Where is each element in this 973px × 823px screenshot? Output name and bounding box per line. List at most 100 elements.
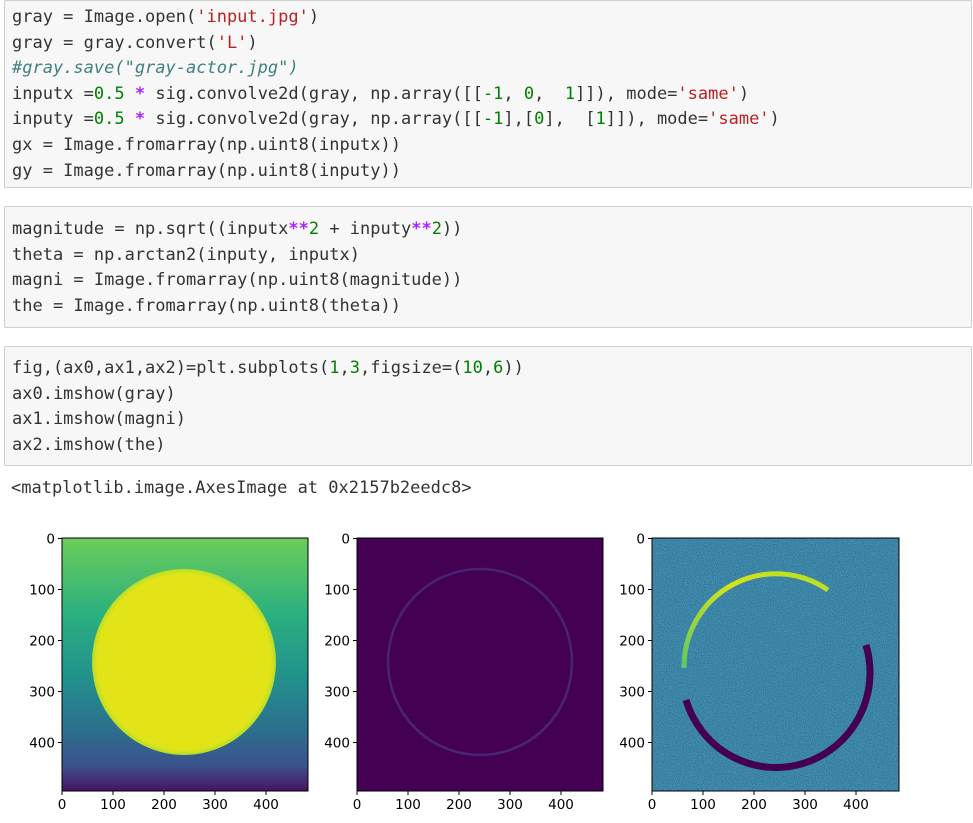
code-token: magnitude = np.sqrt((inputx — [12, 219, 289, 239]
x-tick-label: 0 — [58, 797, 67, 813]
x-tick-label: 400 — [843, 797, 869, 813]
subplots-figure: 0 100 200 300 400 0 100 200 300 400 0 100 200 300 400… — [29, 532, 900, 813]
x-tick-label: 200 — [446, 797, 472, 813]
x-tick-label: 100 — [395, 797, 421, 813]
x-tick-label: 300 — [792, 797, 818, 813]
code-token: ],[ — [503, 109, 535, 130]
code-token: inputy = — [12, 109, 94, 130]
code-token: 'L' — [216, 32, 248, 53]
code-editor-3[interactable]: fig,(ax0,ax1,ax2)=plt.subplots(1,3,figsi… — [5, 347, 971, 458]
code-token: 1 — [564, 83, 576, 104]
x-tick-label: 100 — [100, 797, 126, 813]
y-tick-label: 200 — [619, 634, 645, 650]
code-token: 'input.jpg' — [196, 7, 309, 27]
code-cell-3[interactable]: fig,(ax0,ax1,ax2)=plt.subplots(1,3,figsi… — [4, 346, 972, 466]
y-tick-label: 300 — [29, 685, 55, 701]
code-token: 'same' — [677, 83, 739, 104]
code-line: gx = Image.fromarray(np.uint8(inputx)) — [12, 133, 971, 159]
code-token: inputx = — [12, 83, 94, 104]
code-token: magni = Image.fromarray(np.uint8(magnitu… — [12, 270, 463, 291]
code-token: theta = np.arctan2(inputy, inputx) — [12, 244, 360, 265]
code-token: ** — [288, 219, 309, 239]
y-tick-label: 300 — [324, 685, 350, 701]
code-token: ], [ — [544, 109, 596, 130]
code-cell-2[interactable]: magnitude = np.sqrt((inputx**2 + inputy*… — [4, 206, 972, 328]
code-line: gy = Image.fromarray(np.uint8(inputy)) — [12, 159, 971, 185]
code-line: #gray.save("gray-actor.jpg") — [12, 56, 971, 82]
y-tick-label: 0 — [46, 532, 55, 548]
code-token: 'same' — [708, 109, 770, 130]
code-editor-2[interactable]: magnitude = np.sqrt((inputx**2 + inputy*… — [5, 207, 971, 319]
code-token: gy = Image.fromarray(np.uint8(inputy)) — [12, 160, 401, 181]
code-line: inputx =0.5 * sig.convolve2d(gray, np.ar… — [12, 82, 971, 108]
subplot-magnitude: 0 100 200 300 400 0 100 200 300 400 — [324, 532, 604, 813]
code-line: theta = np.arctan2(inputy, inputx) — [12, 243, 971, 269]
x-tick-label: 200 — [741, 797, 767, 813]
x-tick-label: 300 — [202, 797, 228, 813]
code-token: )) — [441, 219, 463, 239]
code-token: ) — [247, 32, 258, 53]
code-token: ]]), mode= — [605, 109, 709, 130]
code-token: 6 — [493, 358, 504, 378]
code-token: gray = gray.convert( — [12, 32, 217, 53]
code-token: 0.5 — [93, 83, 125, 104]
code-token: , — [339, 358, 350, 378]
subplot-gray: 0 100 200 300 400 0 100 200 300 400 — [29, 532, 309, 813]
y-tick-label: 400 — [324, 736, 350, 752]
code-token: * — [134, 109, 146, 130]
x-tick-label: 200 — [151, 797, 177, 813]
y-tick-label: 400 — [29, 736, 55, 752]
x-tick-label: 0 — [648, 797, 657, 813]
code-token: fig,(ax0,ax1,ax2)=plt.subplots( — [12, 358, 330, 378]
x-tick-label: 400 — [548, 797, 574, 813]
x-tick-label: 400 — [253, 797, 279, 813]
x-tick-label: 300 — [497, 797, 523, 813]
code-token: ]]), mode= — [575, 83, 678, 104]
y-tick-label: 0 — [341, 532, 350, 548]
y-tick-label: 0 — [636, 532, 645, 548]
code-token: ax1.imshow(magni) — [12, 409, 186, 430]
code-token: gx = Image.fromarray(np.uint8(inputx)) — [12, 134, 401, 155]
y-tick-label: 400 — [619, 736, 645, 752]
y-tick-label: 200 — [29, 634, 55, 650]
code-token: ) — [769, 109, 780, 130]
y-tick-label: 200 — [324, 634, 350, 650]
code-token: -1 — [482, 109, 504, 130]
code-token: , — [534, 83, 565, 104]
code-line: ax1.imshow(magni) — [12, 407, 971, 433]
y-tick-label: 100 — [324, 583, 350, 599]
code-line: the = Image.fromarray(np.uint8(theta)) — [12, 294, 971, 320]
code-token: ax2.imshow(the) — [12, 434, 166, 455]
code-line: magni = Image.fromarray(np.uint8(magnitu… — [12, 268, 971, 294]
code-line: fig,(ax0,ax1,ax2)=plt.subplots(1,3,figsi… — [12, 356, 971, 382]
code-cell-1[interactable]: gray = Image.open('input.jpg') gray = gra… — [4, 0, 972, 188]
code-token: #gray.save("gray-actor.jpg") — [12, 58, 299, 79]
x-tick-label: 100 — [690, 797, 716, 813]
code-token: 1 — [595, 109, 606, 130]
code-token: , — [503, 83, 524, 104]
code-token: the = Image.fromarray(np.uint8(theta)) — [12, 295, 401, 316]
image-magnitude-background — [357, 538, 603, 791]
code-token: ** — [411, 219, 432, 239]
code-line: ax2.imshow(the) — [12, 433, 971, 459]
y-tick-label: 100 — [619, 583, 645, 599]
code-token: 2 — [431, 219, 442, 239]
code-line: gray = gray.convert('L') — [12, 31, 971, 57]
code-editor-1[interactable]: gray = Image.open('input.jpg') gray = gra… — [5, 1, 971, 184]
code-token: ) — [738, 83, 750, 104]
cell-output-text: <matplotlib.image.AxesImage at 0x2157b2e… — [11, 478, 472, 498]
x-tick-label: 0 — [353, 797, 362, 813]
code-token: 3 — [349, 358, 361, 378]
code-token: )) — [503, 358, 524, 378]
y-tick-label: 100 — [29, 583, 55, 599]
code-token: * — [134, 83, 146, 104]
code-token: sig.convolve2d(gray, np.array([[ — [145, 109, 483, 130]
code-token: gray = Image.open( — [12, 7, 197, 27]
code-line: ax0.imshow(gray) — [12, 382, 971, 408]
code-token: 0 — [523, 83, 535, 104]
code-token: 2 — [308, 219, 320, 239]
code-token: 1 — [329, 358, 340, 378]
code-token: 10 — [462, 358, 483, 378]
